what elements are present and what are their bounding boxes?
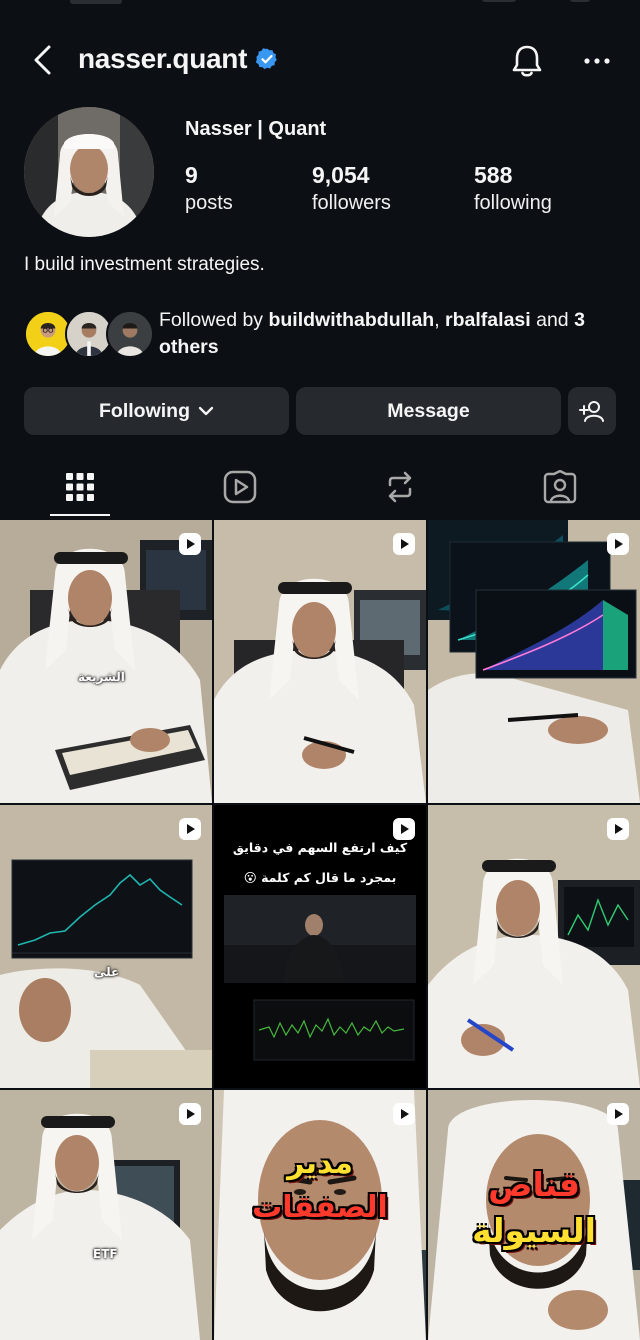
reel-icon [607,818,629,840]
following-label: following [474,192,552,214]
following-button-label: Following [99,399,190,422]
chevron-down-icon [198,406,214,416]
post-image [214,520,426,803]
post-thumbnail[interactable]: قناص السيولة [428,1090,640,1340]
profile-bio: I build investment strategies. [24,254,265,275]
reel-icon [393,533,415,555]
repost-icon [388,471,412,503]
message-button-label: Message [387,399,470,422]
posts-label: posts [185,192,233,214]
post-thumbnail[interactable] [214,520,426,803]
active-tab-indicator [50,514,110,516]
post-caption: على [94,965,120,979]
profile-tabs [0,456,640,518]
post-image [0,1090,212,1340]
status-time [70,0,122,4]
profile-header: nasser.quant [0,30,640,90]
battery-icon [570,0,590,2]
back-button[interactable] [22,40,62,80]
followers-value: 9,054 [312,162,370,188]
signal-icon [482,0,516,2]
suggested-users-button[interactable] [568,387,616,435]
posts-count[interactable]: 9 posts [185,160,233,216]
post-image [0,520,212,803]
reel-icon [607,533,629,555]
mutual-username[interactable]: rbalfalasi [445,309,531,331]
post-caption-line: مدير [287,1146,353,1181]
post-thumbnail[interactable]: الشريعة [0,520,212,803]
mutual-avatar [106,310,154,358]
display-name: Nasser | Quant [185,118,327,140]
post-thumbnail[interactable]: على [0,805,212,1088]
post-caption: كيف ارتفع السهم في دقايق بمجرد ما قال كم… [214,833,426,893]
post-caption-line: الصفقات [252,1190,388,1225]
following-count[interactable]: 588 following [474,160,552,216]
reel-icon [179,1103,201,1125]
mutual-followers-avatars[interactable] [24,310,154,360]
post-thumbnail[interactable] [428,520,640,803]
post-thumbnail[interactable]: كيف ارتفع السهم في دقايق بمجرد ما قال كم… [214,805,426,1088]
reel-icon [179,533,201,555]
reel-icon [179,818,201,840]
tab-posts-grid[interactable] [50,456,110,518]
post-thumbnail[interactable]: مدير الصفقات [214,1090,426,1340]
more-options-button[interactable] [576,40,618,82]
status-bar [0,0,640,14]
tab-reels[interactable] [210,456,270,518]
message-button[interactable]: Message [296,387,561,435]
following-button[interactable]: Following [24,387,289,435]
reel-icon [393,1103,415,1125]
post-caption-line: السيولة [472,1211,596,1250]
mutual-username[interactable]: buildwithabdullah [268,309,434,331]
post-caption: ETF [93,1247,118,1261]
posts-grid: الشريعة على كيف ارتفع السهم في دقايق بمج… [0,520,640,1340]
post-thumbnail[interactable] [428,805,640,1088]
followed-by-separator: , [434,309,446,331]
tab-reposts[interactable] [370,456,430,518]
post-thumbnail[interactable]: ETF [0,1090,212,1340]
post-image [0,805,212,1088]
username: nasser.quant [78,43,248,74]
add-user-icon [579,401,604,422]
reel-icon [607,1103,629,1125]
followed-by-text[interactable]: Followed by buildwithabdullah, rbalfalas… [159,307,619,361]
followed-by-conjunction: and [530,309,569,331]
post-caption-line: بمجرد ما قال كم كلمة 😮 [243,870,397,885]
post-caption: مدير الصفقات [214,1142,426,1230]
followed-by-prefix: Followed by [159,309,269,331]
bell-icon [512,45,542,77]
verified-badge-icon [256,48,277,70]
posts-value: 9 [185,162,198,188]
tab-tagged[interactable] [530,456,590,518]
post-image [428,520,640,803]
following-value: 588 [474,162,513,188]
more-horizontal-icon [584,58,610,64]
username-title: nasser.quant [78,43,279,75]
chevron-left-icon [34,45,51,75]
notifications-button[interactable] [506,40,548,82]
post-caption: قناص السيولة [428,1162,640,1254]
grid-icon [66,473,94,501]
post-caption-line: قناص [488,1165,580,1204]
reel-icon [393,818,415,840]
followers-label: followers [312,192,391,214]
reels-icon [223,470,257,504]
profile-avatar[interactable] [24,107,154,237]
post-image [428,805,640,1088]
avatar-photo [24,107,154,237]
post-caption: الشريعة [78,670,125,684]
tagged-icon [543,470,577,504]
followers-count[interactable]: 9,054 followers [312,160,391,216]
